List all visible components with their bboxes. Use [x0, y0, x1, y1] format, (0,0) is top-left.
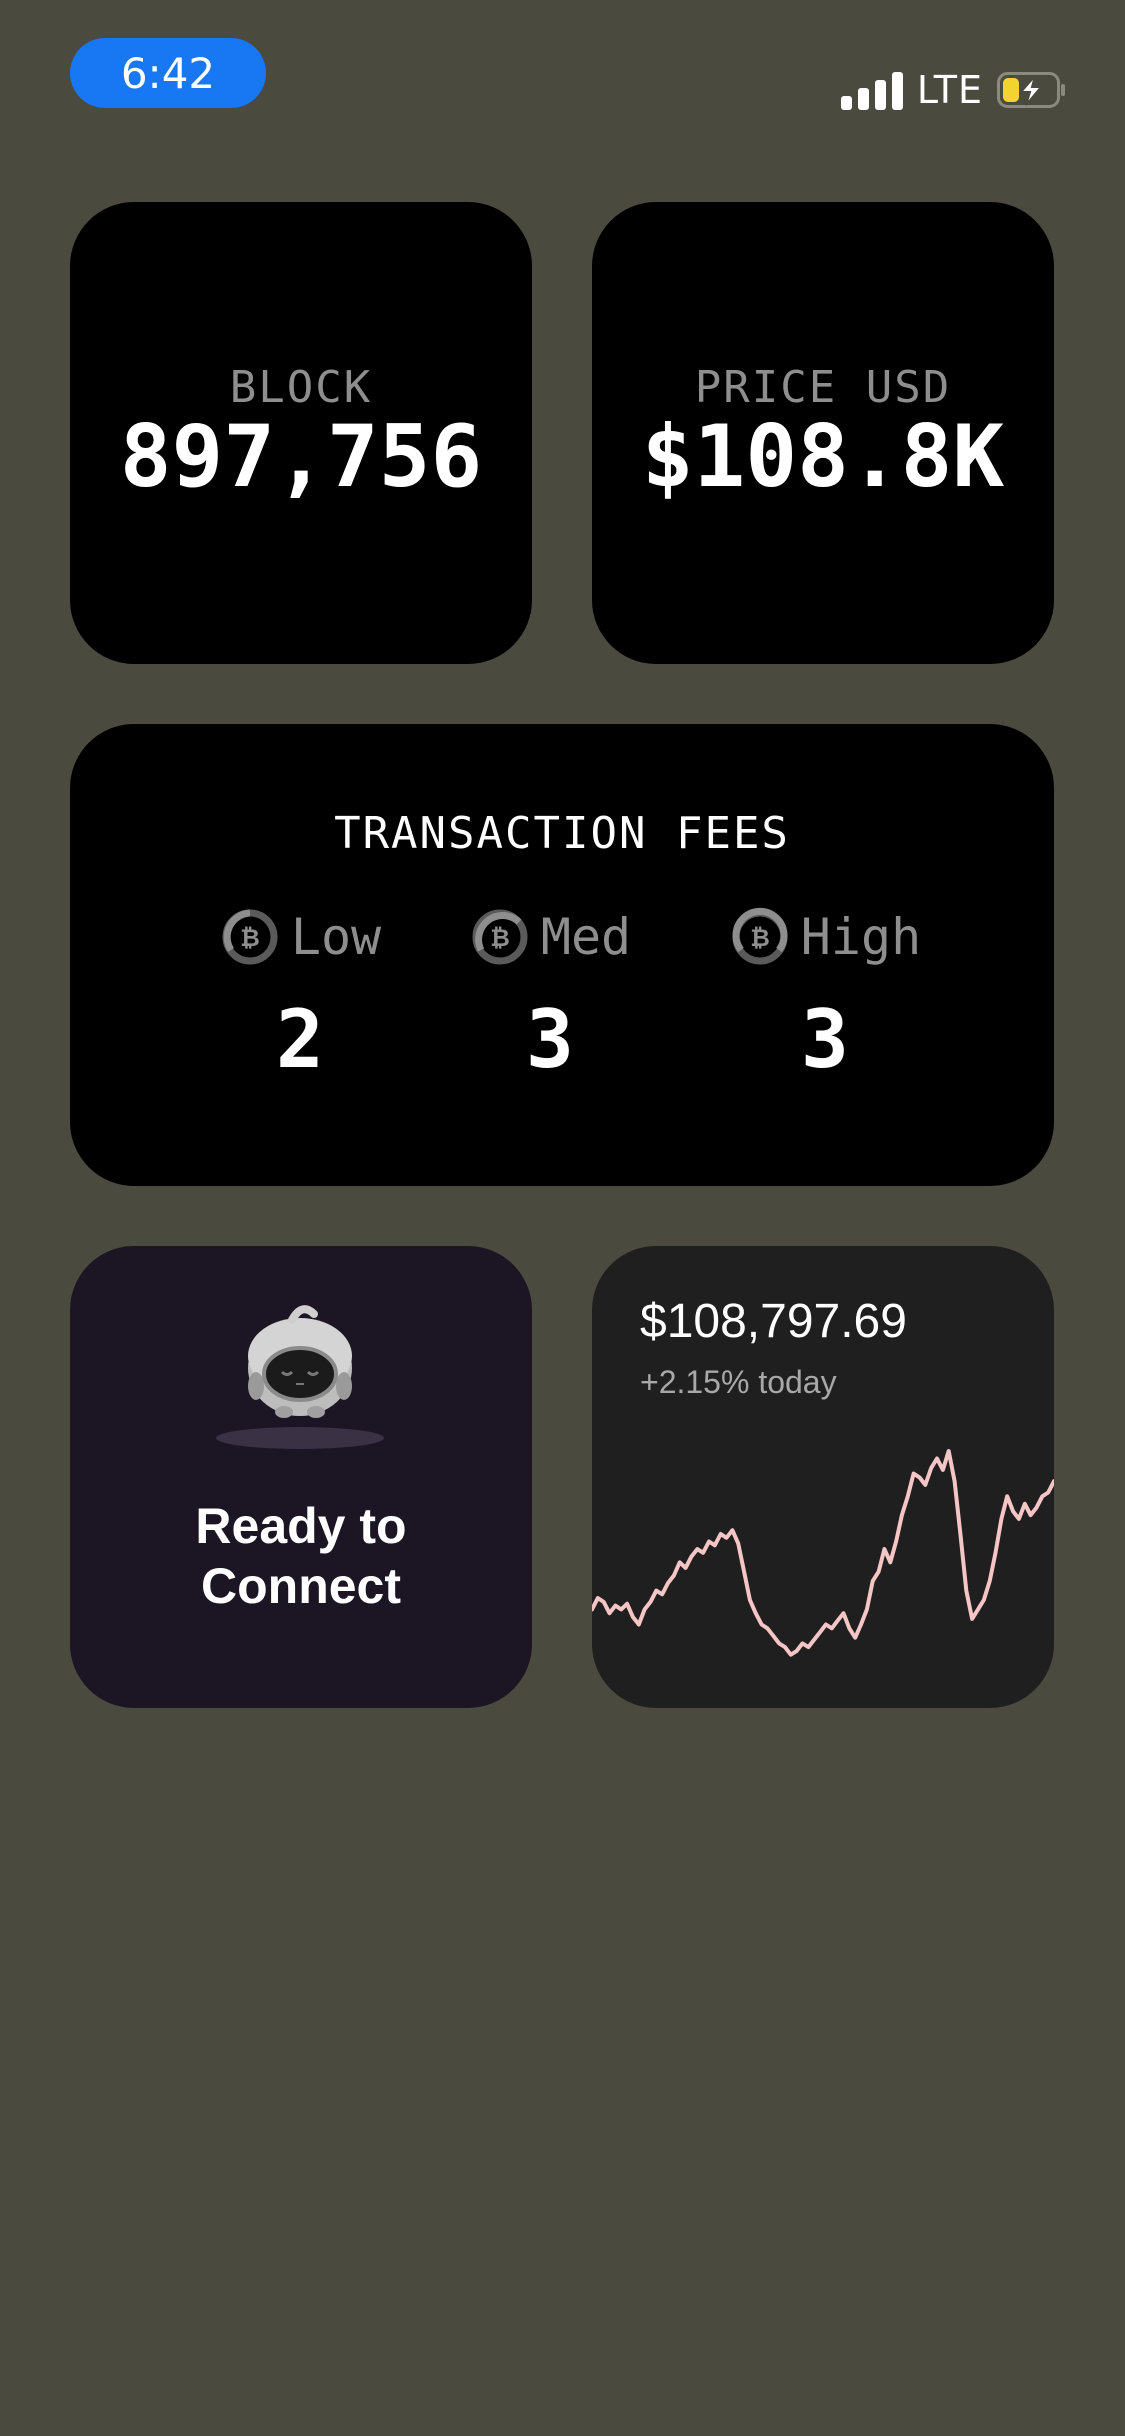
connect-status-text: Ready to Connect: [70, 1496, 532, 1616]
price-usd-widget[interactable]: PRICE USD $108.8K: [592, 202, 1054, 664]
fee-tier-value: 3: [525, 993, 575, 1086]
block-label: BLOCK: [229, 362, 373, 413]
bitcoin-gauge-icon: ₿: [732, 907, 788, 965]
status-time[interactable]: 6:42: [70, 38, 266, 108]
fee-tier-label: Low: [290, 908, 382, 966]
svg-text:₿: ₿: [240, 924, 260, 952]
status-indicators: LTE: [840, 62, 1067, 118]
bitcoin-gauge-icon: ₿: [222, 909, 278, 965]
battery-charging-icon: [997, 72, 1067, 108]
block-height-widget[interactable]: BLOCK 897,756: [70, 202, 532, 664]
fee-tier-value: 3: [800, 993, 850, 1086]
network-label: LTE: [916, 68, 983, 112]
fee-tier-med: ₿ Med 3: [430, 905, 670, 1086]
connect-line-2: Connect: [201, 1558, 401, 1614]
price-chart-widget[interactable]: $108,797.69 +2.15% today: [592, 1246, 1054, 1708]
price-sparkline: [592, 1449, 1054, 1657]
block-value: 897,756: [119, 407, 483, 507]
bitcoin-gauge-icon: ₿: [472, 909, 528, 965]
ready-to-connect-widget[interactable]: Ready to Connect: [70, 1246, 532, 1708]
price-value: $108.8K: [641, 407, 1005, 507]
sparkline-path: [592, 1449, 1054, 1657]
fee-tier-label: Med: [540, 908, 632, 966]
fee-tier-low: ₿ Low 2: [180, 905, 420, 1086]
robot-mascot-icon: [216, 1305, 384, 1449]
fees-title: TRANSACTION FEES: [334, 808, 790, 859]
fee-tier-value: 2: [275, 993, 325, 1086]
signal-icon: [840, 70, 903, 110]
connect-line-1: Ready to: [195, 1498, 407, 1554]
fee-tier-high: ₿ High 3: [705, 905, 945, 1086]
fee-tier-label: High: [800, 908, 922, 966]
price-label: PRICE USD: [694, 362, 952, 413]
svg-text:₿: ₿: [490, 924, 510, 952]
svg-text:₿: ₿: [750, 924, 770, 952]
